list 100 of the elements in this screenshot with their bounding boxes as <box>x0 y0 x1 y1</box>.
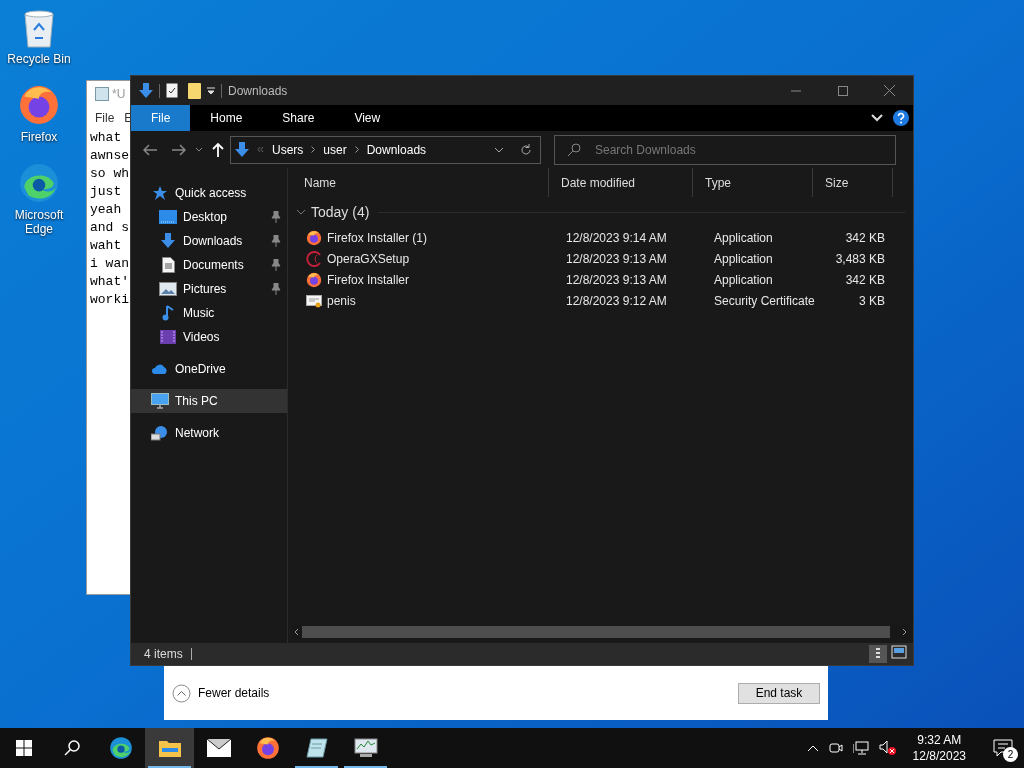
recent-dropdown-icon[interactable] <box>195 147 203 152</box>
pin-icon[interactable] <box>271 211 281 223</box>
notification-icon <box>993 739 1013 757</box>
nav-item[interactable]: Pictures <box>131 277 287 301</box>
pin-icon[interactable] <box>271 283 281 295</box>
notification-button[interactable]: 2 <box>982 728 1024 768</box>
text-line: just <box>90 183 123 201</box>
end-task-button[interactable]: End task <box>738 682 820 704</box>
chevron-up-icon[interactable] <box>806 744 819 752</box>
download-icon <box>235 141 249 158</box>
document-icon <box>161 257 175 273</box>
large-icons-view-icon[interactable] <box>891 645 907 659</box>
chevron-right-icon <box>311 146 316 153</box>
horizontal-scrollbar-thumb[interactable] <box>302 626 890 638</box>
properties-icon <box>166 83 178 98</box>
desktop-icon-label[interactable]: Recycle Bin <box>4 52 74 66</box>
desktop-icon-label[interactable]: Microsoft Edge <box>4 208 74 236</box>
breadcrumb-item[interactable]: user <box>323 140 347 159</box>
recycle-bin-icon[interactable] <box>22 8 56 48</box>
file-name[interactable]: OperaGXSetup <box>327 249 410 268</box>
ribbon-tab[interactable]: Share <box>262 105 335 131</box>
firefox-icon[interactable] <box>18 84 60 126</box>
chevron-down-icon[interactable] <box>494 146 504 153</box>
fewer-details-button[interactable]: Fewer details <box>172 683 270 703</box>
taskbar-button[interactable] <box>145 728 194 768</box>
date-cell-text: 12/8/2023 9:14 AM <box>565 229 668 247</box>
refresh-icon[interactable] <box>520 143 532 156</box>
size-cell-text: 3,483 KB <box>834 250 885 268</box>
ribbon-tab[interactable]: File <box>131 105 191 131</box>
text-line: what <box>90 129 123 147</box>
overflow-chevron-icon <box>257 147 264 152</box>
network-icon <box>151 425 169 441</box>
dropdown-icon[interactable] <box>207 86 215 95</box>
nav-item[interactable]: Videos <box>131 325 287 349</box>
file-name[interactable]: penis <box>327 291 356 310</box>
nav-item[interactable]: Quick access <box>131 181 287 205</box>
notepad-icon <box>305 738 328 758</box>
text-line: i wan <box>90 255 130 273</box>
meet-icon[interactable] <box>828 741 843 755</box>
clock-date[interactable]: 12/8/2023 <box>912 748 966 764</box>
text-line: yeah <box>90 201 123 219</box>
close-icon[interactable] <box>884 84 895 96</box>
nav-item[interactable]: OneDrive <box>131 357 287 381</box>
menu-item[interactable]: File <box>95 109 115 127</box>
chevron-right-icon <box>354 146 359 153</box>
back-icon[interactable] <box>143 143 157 156</box>
desktop-icon <box>159 210 177 224</box>
size-cell-text: 342 KB <box>844 229 885 247</box>
type-cell-text: Application <box>713 271 774 289</box>
pin-icon[interactable] <box>271 259 281 271</box>
type-cell-text: Security Certificate <box>713 292 813 310</box>
edge-icon[interactable] <box>18 162 60 204</box>
download-icon <box>161 233 175 249</box>
text-line: awnse <box>90 147 130 165</box>
opera-icon <box>306 250 322 267</box>
pictures-icon <box>159 282 177 296</box>
firefox-icon <box>255 736 280 760</box>
firefox-icon <box>306 229 322 246</box>
certificate-icon <box>306 292 322 309</box>
ribbon-tab[interactable]: Home <box>190 105 263 131</box>
address-bar[interactable]: Users user Downloads <box>230 135 541 164</box>
task-manager-icon <box>353 738 378 758</box>
edge-icon <box>108 736 133 760</box>
search-field[interactable]: Search Downloads <box>554 134 896 165</box>
column-header[interactable]: Date modified <box>549 168 693 197</box>
nav-item[interactable]: Desktop <box>131 205 287 229</box>
column-header[interactable]: Size <box>813 168 893 197</box>
up-icon[interactable] <box>212 142 224 157</box>
desktop-icon-label[interactable]: Firefox <box>4 130 74 144</box>
breadcrumb-item[interactable]: Users <box>272 140 304 159</box>
file-name[interactable]: Firefox Installer <box>327 270 410 289</box>
text-line: what' <box>90 273 130 291</box>
window-title: Downloads <box>228 82 288 100</box>
film-icon <box>160 330 176 344</box>
size-cell-text: 342 KB <box>844 271 885 289</box>
nav-item[interactable]: This PC <box>131 389 287 413</box>
status-text: 4 items <box>144 646 183 663</box>
group-header[interactable]: Today (4) <box>311 201 370 223</box>
maximize-icon[interactable] <box>838 85 848 96</box>
nav-item[interactable]: Documents <box>131 253 287 277</box>
forward-icon[interactable] <box>172 143 186 156</box>
type-cell-text: Application <box>713 250 774 268</box>
column-header[interactable]: Type <box>693 168 813 197</box>
text-line: waht <box>90 237 123 255</box>
nav-item[interactable]: Downloads <box>131 229 287 253</box>
breadcrumb-item[interactable]: Downloads <box>366 140 427 159</box>
nav-item[interactable]: Network <box>131 421 287 445</box>
pin-icon[interactable] <box>271 235 281 247</box>
file-name[interactable]: Firefox Installer (1) <box>327 228 428 247</box>
details-view-icon[interactable] <box>869 645 887 663</box>
size-cell-text: 3 KB <box>858 292 885 310</box>
column-header[interactable]: Name <box>292 168 549 197</box>
network-icon[interactable] <box>852 741 869 755</box>
muted-speaker-icon[interactable] <box>878 740 897 756</box>
ribbon-tab[interactable]: View <box>334 105 401 131</box>
nav-item[interactable]: Music <box>131 301 287 325</box>
text-line: worki <box>90 291 130 309</box>
help-icon[interactable] <box>893 110 909 126</box>
notification-count: 2 <box>1003 747 1018 762</box>
clock-time[interactable]: 9:32 AM <box>917 732 962 748</box>
